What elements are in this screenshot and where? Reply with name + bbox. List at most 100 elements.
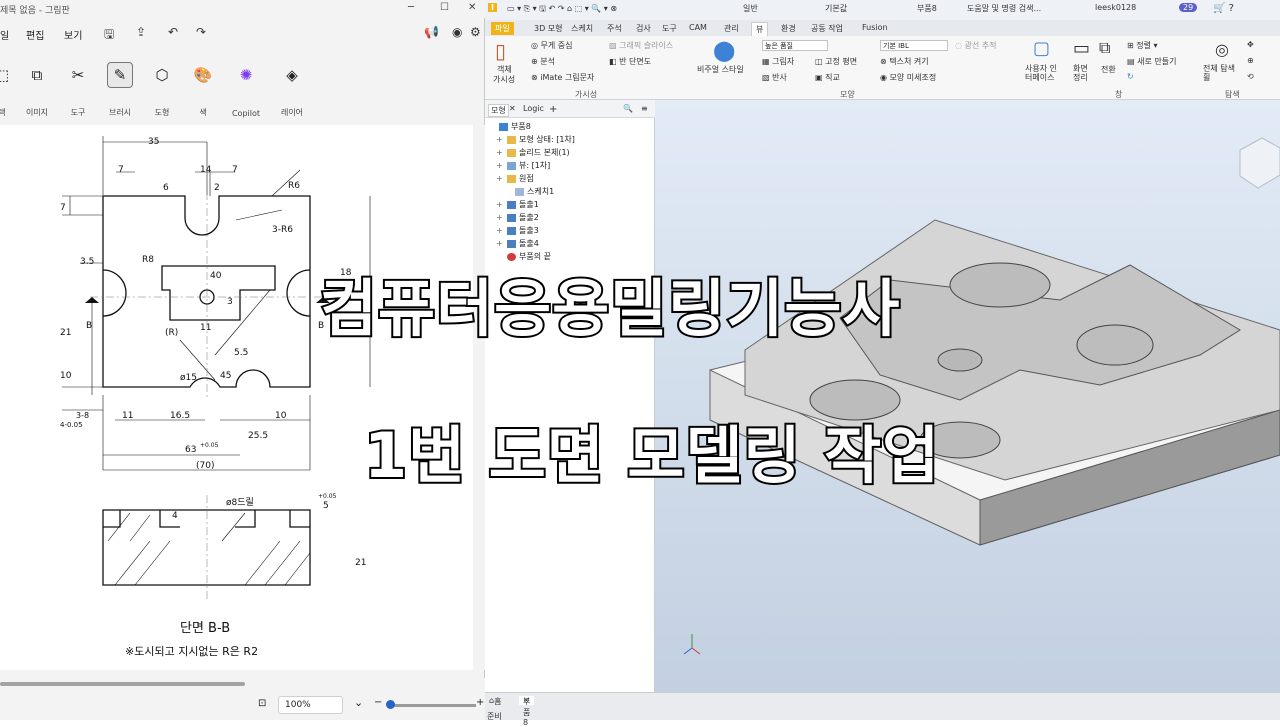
analysis-button[interactable]: ⊕ 분석 [531,56,555,67]
tab-11[interactable]: Fusion [858,22,892,33]
tree-node[interactable]: + 모형 상태: [1차] [496,133,575,146]
new-window-button[interactable]: ▤ 새로 만들기 [1127,56,1176,67]
zoom-in-icon[interactable]: + [476,697,484,708]
browser-tab-model[interactable]: 모형 [488,104,509,117]
tab-5[interactable]: 도구 [658,22,681,35]
brush-tool[interactable]: ✎ 브러시 [100,56,140,122]
save-icon[interactable]: 🖫 [104,25,114,46]
tab-10[interactable]: 공동 작업 [807,22,847,35]
tools-tool[interactable]: ✂ 도구 [58,56,98,122]
menu-edit[interactable]: 편집 [26,27,44,42]
tree-node[interactable]: + 돌출3 [496,224,539,237]
clean-label[interactable]: 화면 정리 [1073,64,1093,82]
zoom-slider-thumb[interactable] [386,700,395,709]
scroll-thumb[interactable] [0,682,245,686]
tab-3[interactable]: 주석 [603,22,626,35]
cart-icon[interactable]: 🛒 ? [1213,3,1234,14]
ui-icon[interactable]: ▢ [1033,38,1050,59]
redo-icon[interactable]: ↷ [196,25,206,39]
visual-style-icon[interactable]: ⬤ [713,38,735,62]
image-tool[interactable]: ⧉ 이미지 [17,56,57,122]
share-icon[interactable]: ⇪ [136,25,146,39]
quality-select[interactable]: 높은 품질 [762,40,828,51]
tree-node[interactable]: + 원점 [496,172,534,185]
mode-select[interactable]: 일반 [743,3,758,14]
nav-wheel-icon[interactable]: ◎ [1215,40,1229,59]
zoom-slider[interactable] [388,704,476,707]
orbit-icon[interactable]: ⟲ [1247,72,1254,81]
fit-icon[interactable]: ⊡ [258,698,266,709]
nav-wheel-label[interactable]: 전체 탐색 휠 [1203,64,1243,82]
quick-access-icons[interactable]: ▭ ▾ ⎘ ▾ 🖫 ↶ ↷ ⌂ ⬚ ▾ 🔍 ▾ ⊗ [507,3,617,17]
vertical-scrollbar[interactable] [473,125,485,670]
zoom-out-icon[interactable]: − [374,697,382,708]
paint-canvas[interactable]: 35 7 14 7 6 2 R6 3-R6 7 3.5 R8 40 3 21 (… [0,125,473,670]
pan-icon[interactable]: ✥ [1247,40,1254,49]
document-tab[interactable]: 부품8 ✕ [519,696,534,727]
defaults-select[interactable]: 기본값 [825,3,847,14]
home-tab[interactable]: ⌂ 홈 [489,696,501,706]
copilot-tool[interactable]: ✺ Copilot [226,56,266,122]
user-account[interactable]: leesk0128 [1095,3,1136,12]
ortho-button[interactable]: ▣ 직교 [815,72,840,83]
maximize-button[interactable]: ☐ [440,2,449,13]
tree-node[interactable]: 부품8 [488,120,531,133]
color-tool[interactable]: 🎨 색 [183,56,223,122]
menu-icon[interactable]: ≡ [641,104,648,113]
tune-button[interactable]: ◉ 모양 미세조정 [880,72,936,83]
ibl-select[interactable]: 기본 IBL [880,40,948,51]
viewcube[interactable] [1239,137,1280,189]
menu-file[interactable]: 일 [0,27,9,42]
imate-button[interactable]: ⊗ iMate 그림문자 [531,72,594,83]
switch-icon[interactable]: ⧉ [1099,38,1110,58]
tab-2[interactable]: 스케치 [567,22,597,35]
object-visibility-icon[interactable]: ▯ [495,39,506,63]
tab-9[interactable]: 환경 [777,22,800,35]
visual-style-label[interactable]: 비주얼 스타일 [697,64,744,75]
3d-viewport[interactable] [655,100,1280,692]
help-search-input[interactable]: 도움말 및 명령 검색... [967,3,1041,14]
tab-8[interactable]: 뷰 [751,22,769,36]
tree-node[interactable]: + 돌출1 [496,198,539,211]
add-tab-icon[interactable]: + [549,104,557,115]
visibility-label[interactable]: 가시성 [493,74,515,85]
expand-icon[interactable]: + [496,135,504,144]
settings-icon[interactable]: ⚙ [470,25,481,39]
chevron-down-icon[interactable]: ⌄ [354,696,363,709]
expand-icon[interactable]: + [496,239,504,248]
expand-icon[interactable]: + [496,200,504,209]
tab-4[interactable]: 검사 [632,22,655,35]
gravity-button[interactable]: ◎ 무게 중심 [531,40,573,51]
minimize-button[interactable]: ─ [408,2,414,13]
fixed-plane-button[interactable]: ◫ 고정 평면 [815,56,857,67]
zoom-select[interactable]: 100% [278,696,343,714]
raytrace-button[interactable]: ◌ 광선 추적 [955,40,997,51]
tree-node[interactable]: + 돌출4 [496,237,539,250]
layers-tool[interactable]: ◈ 레이어 [272,56,312,122]
notification-badge[interactable]: 29 [1179,3,1198,12]
expand-icon[interactable]: + [496,161,504,170]
undo-icon[interactable]: ↶ [168,25,178,39]
expand-icon[interactable]: + [496,226,504,235]
zoom-icon[interactable]: ⊕ [1247,56,1254,65]
tab-1[interactable]: 3D 모형 [530,22,567,35]
account-icon[interactable]: ◉ [452,25,462,39]
texture-button[interactable]: ⊗ 텍스처 켜기 [880,56,929,67]
tab-7[interactable]: 관리 [720,22,743,35]
shadow-button[interactable]: ▦ 그림자 [762,56,794,67]
switch-label[interactable]: 전환 [1101,64,1116,75]
reflect-button[interactable]: ▧ 반사 [762,72,787,83]
tree-node[interactable]: + 돌출2 [496,211,539,224]
tree-node[interactable]: 스케치1 [504,185,554,198]
clean-screen-icon[interactable]: ▭ [1073,38,1090,59]
shapes-tool[interactable]: ⬡ 도형 [142,56,182,122]
close-icon[interactable]: ✕ [509,104,516,113]
close-button[interactable]: ✕ [468,2,476,13]
expand-icon[interactable]: + [496,213,504,222]
megaphone-icon[interactable]: 📢 [424,25,439,39]
tab-6[interactable]: CAM [685,22,711,33]
arrange-button[interactable]: ⊞ 정렬 ▾ [1127,40,1158,51]
search-icon[interactable]: 🔍 [623,104,633,113]
slice-button[interactable]: ▨ 그래픽 슬라이스 [609,40,673,51]
expand-icon[interactable]: + [496,174,504,183]
